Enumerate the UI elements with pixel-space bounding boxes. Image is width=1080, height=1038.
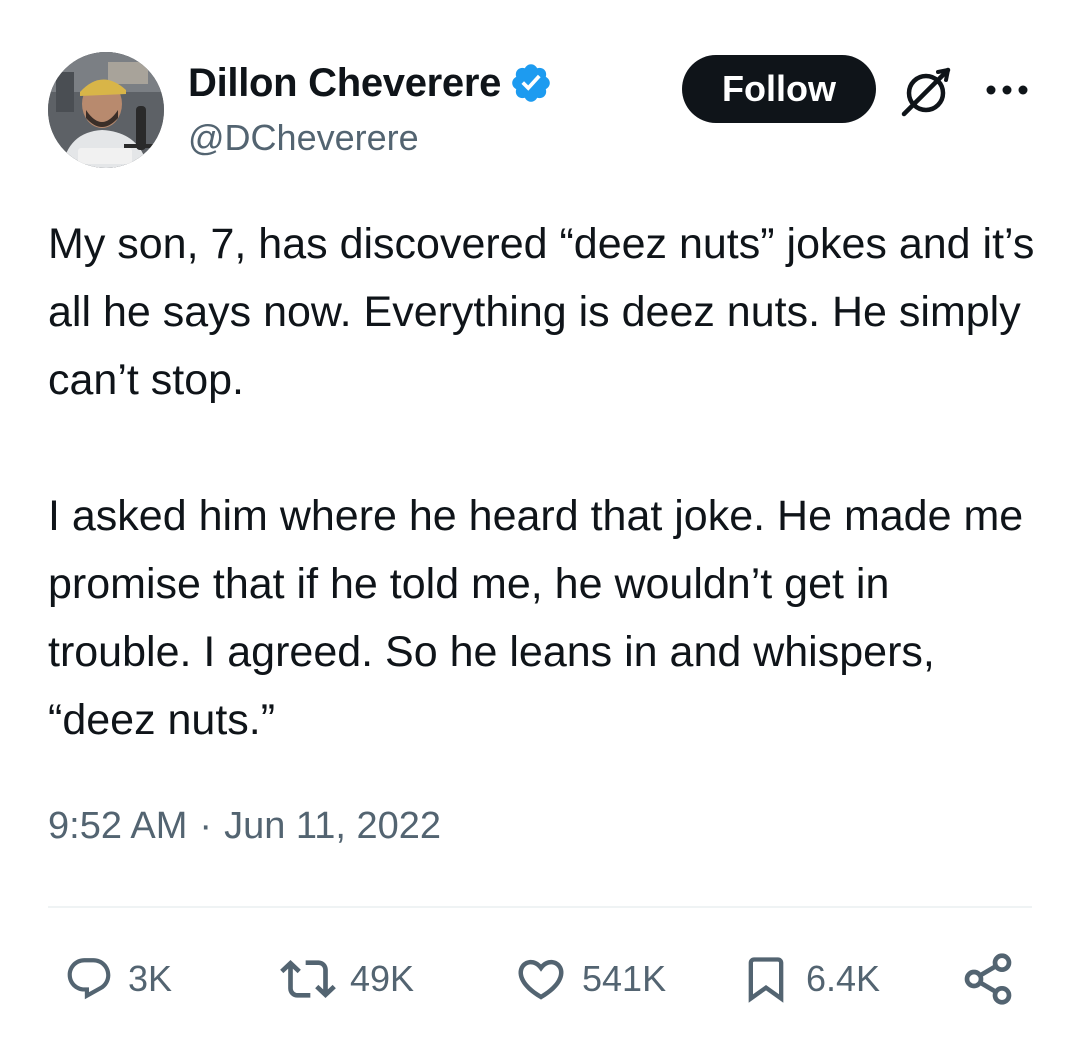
tweet-paragraph: I asked him where he heard that joke. He… bbox=[48, 492, 1024, 744]
action-bar: 3K 49K 541K 6.4K bbox=[48, 944, 1032, 1014]
verified-badge-icon bbox=[509, 61, 553, 105]
follow-button[interactable]: Follow bbox=[682, 55, 876, 123]
heart-icon bbox=[518, 959, 564, 1000]
share-icon bbox=[964, 953, 1012, 1005]
more-icon[interactable] bbox=[982, 78, 1032, 102]
author-handle[interactable]: @DCheverere bbox=[188, 117, 419, 159]
bookmark-icon bbox=[748, 957, 784, 1003]
tweet-text: My son, 7, has discovered “deez nuts” jo… bbox=[48, 210, 1038, 754]
timestamp-separator: · bbox=[199, 805, 213, 847]
repost-button[interactable]: 49K bbox=[280, 944, 414, 1014]
tweet-timestamp[interactable]: 9:52 AM · Jun 11, 2022 bbox=[48, 805, 441, 848]
bookmark-button[interactable]: 6.4K bbox=[740, 944, 880, 1014]
tweet-card: Dillon Cheverere @DCheverere Follow My s… bbox=[0, 0, 1080, 1038]
author-display-name[interactable]: Dillon Cheverere bbox=[188, 61, 501, 106]
reply-icon bbox=[67, 958, 111, 1000]
share-button[interactable] bbox=[960, 944, 1016, 1014]
divider bbox=[48, 906, 1032, 908]
repost-icon bbox=[280, 960, 336, 998]
avatar[interactable] bbox=[48, 52, 164, 168]
bookmark-count: 6.4K bbox=[806, 958, 881, 999]
author-name-row[interactable]: Dillon Cheverere bbox=[188, 58, 553, 108]
tweet-date[interactable]: Jun 11, 2022 bbox=[224, 805, 441, 848]
tweet-time[interactable]: 9:52 AM bbox=[48, 805, 187, 848]
reply-count: 3K bbox=[128, 958, 173, 999]
repost-count: 49K bbox=[350, 958, 415, 999]
tweet-paragraph: My son, 7, has discovered “deez nuts” jo… bbox=[48, 220, 1035, 404]
grok-icon[interactable] bbox=[898, 64, 954, 120]
reply-button[interactable]: 3K bbox=[64, 944, 172, 1014]
avatar-image bbox=[48, 52, 164, 168]
like-button[interactable]: 541K bbox=[514, 944, 666, 1014]
like-count: 541K bbox=[582, 958, 667, 999]
